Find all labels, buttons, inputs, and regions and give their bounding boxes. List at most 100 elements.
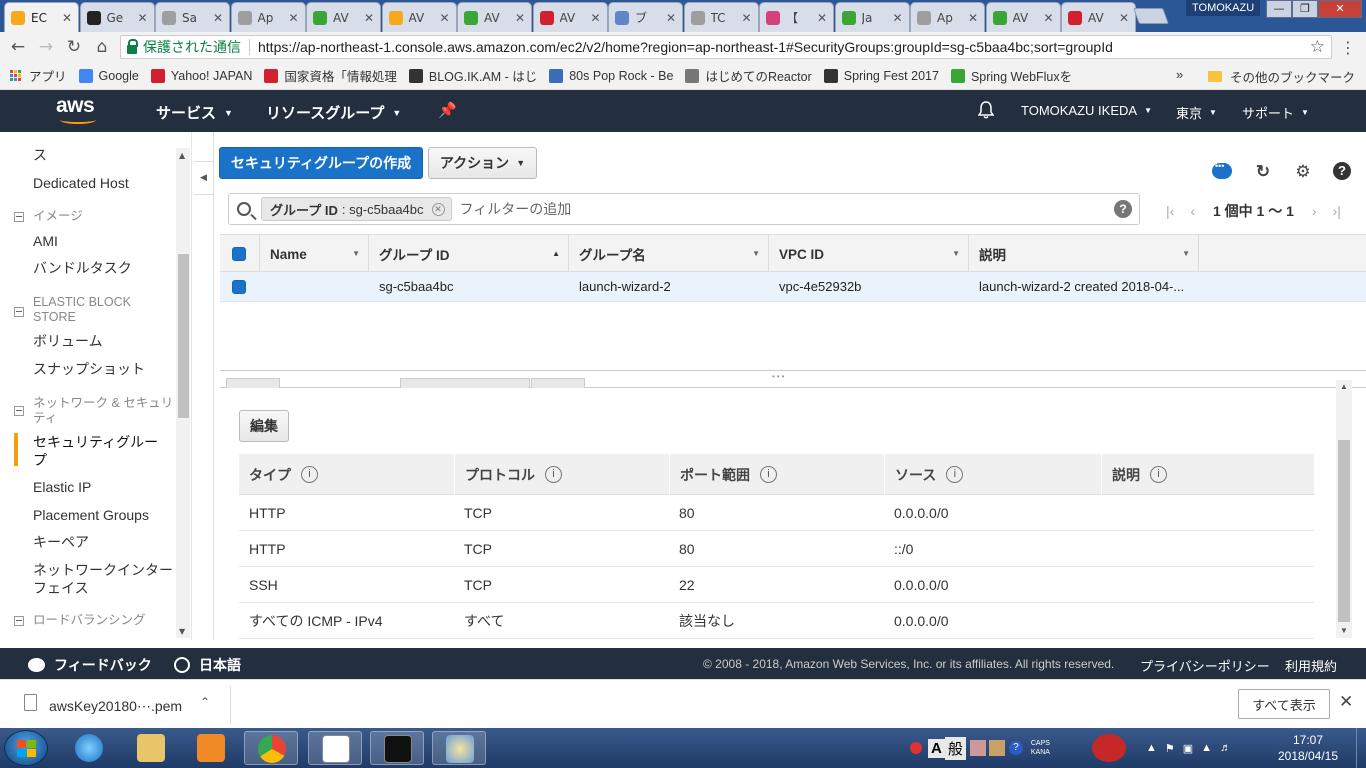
sidebar-item-truncated[interactable]: ス <box>33 146 47 164</box>
tab-close-icon[interactable]: ✕ <box>62 11 72 25</box>
browser-tab[interactable]: Ap ✕ <box>230 2 306 32</box>
chevron-up-icon[interactable]: ⌃ <box>200 695 210 709</box>
sidebar-scrollbar-thumb[interactable] <box>178 254 189 418</box>
bookmark-item[interactable]: BLOG.IK.AM - はじ <box>408 66 537 85</box>
first-page-icon[interactable]: |‹ <box>1166 203 1174 219</box>
bookmark-item[interactable]: Spring WebFluxを <box>950 66 1072 85</box>
signal-icon[interactable]: ▲ <box>1201 742 1212 754</box>
address-bar[interactable]: 保護された通信 https://ap-northeast-1.console.a… <box>120 35 1332 59</box>
reload-icon[interactable]: ↻ <box>60 37 88 57</box>
show-desktop-button[interactable] <box>1356 728 1366 768</box>
sidebar-item-network-interfaces[interactable]: ネットワークインターフェイス <box>33 561 173 597</box>
detail-scrollbar-thumb[interactable] <box>1338 440 1350 622</box>
start-button[interactable] <box>4 730 48 766</box>
last-page-icon[interactable]: ›| <box>1333 203 1341 219</box>
select-all-checkbox[interactable] <box>232 247 246 261</box>
ime-mode[interactable]: A <box>928 738 945 758</box>
volume-icon[interactable]: ♬ <box>1220 742 1231 754</box>
sidebar-item-ami[interactable]: AMI <box>33 232 58 250</box>
taskbar-notepad[interactable] <box>308 731 362 765</box>
tab-close-icon[interactable]: ✕ <box>213 11 223 25</box>
info-icon[interactable]: i <box>545 466 562 483</box>
bookmark-item[interactable]: Google <box>78 68 139 83</box>
browser-tab[interactable]: Sa ✕ <box>155 2 230 32</box>
bookmark-item[interactable]: 国家資格「情報処理 <box>264 66 397 85</box>
ime-help-icon[interactable]: ? <box>1008 741 1023 755</box>
browser-tab[interactable]: EC ✕ <box>4 2 79 32</box>
taskbar-chrome[interactable] <box>244 731 298 765</box>
sidebar-collapse-button[interactable]: ◀ <box>194 161 214 195</box>
tab-close-icon[interactable]: ✕ <box>439 11 449 25</box>
remove-filter-icon[interactable]: ✕ <box>431 202 445 216</box>
bookmark-item[interactable]: Yahoo! JAPAN <box>150 68 252 83</box>
browser-tab[interactable]: AV ✕ <box>457 2 532 32</box>
next-page-icon[interactable]: › <box>1312 203 1317 219</box>
device-icon[interactable]: ▣ <box>1183 742 1193 755</box>
tab-close-icon[interactable]: ✕ <box>666 11 676 25</box>
sidebar-item-placement-groups[interactable]: Placement Groups <box>33 506 149 524</box>
browser-tab[interactable]: AV ✕ <box>985 2 1061 32</box>
tab-close-icon[interactable]: ✕ <box>817 11 827 25</box>
flag-icon[interactable]: ⚑ <box>1165 742 1175 755</box>
refresh-icon[interactable]: ↻ <box>1253 162 1273 182</box>
tab-close-icon[interactable]: ✕ <box>137 11 147 25</box>
ime-tool-icon[interactable] <box>969 740 986 756</box>
home-icon[interactable]: ⌂ <box>88 37 116 57</box>
bookmark-item[interactable]: Spring Fest 2017 <box>823 68 939 83</box>
notification-app-icon[interactable] <box>1092 734 1126 762</box>
secure-indicator[interactable]: 保護された通信 <box>127 37 241 57</box>
edit-rules-button[interactable]: 編集 <box>239 410 289 442</box>
tray-expand-icon[interactable]: ▲ <box>1146 742 1157 754</box>
browser-tab[interactable]: AV ✕ <box>1061 2 1136 32</box>
column-header-name[interactable]: Name ▼ <box>259 235 368 273</box>
sidebar-item-bundle-tasks[interactable]: バンドルタスク <box>33 259 132 277</box>
create-security-group-button[interactable]: セキュリティグループの作成 <box>219 147 423 179</box>
sidebar-item-key-pairs[interactable]: キーペア <box>33 533 89 551</box>
gear-icon[interactable]: ⚙ <box>1293 162 1313 182</box>
terms-of-use-link[interactable]: 利用規約 <box>1285 656 1337 675</box>
column-header-group-name[interactable]: グループ名 ▼ <box>568 235 768 273</box>
restore-button[interactable]: ❐ <box>1292 0 1318 18</box>
sidebar-item-volumes[interactable]: ボリューム <box>33 332 103 350</box>
scroll-down-arrow-icon[interactable]: ▼ <box>1340 626 1348 635</box>
table-row[interactable]: sg-c5baa4bc launch-wizard-2 vpc-4e52932b… <box>220 272 1366 302</box>
pin-icon[interactable]: 📌 <box>438 101 457 119</box>
tab-close-icon[interactable]: ✕ <box>515 11 525 25</box>
browser-tab[interactable]: AV ✕ <box>381 2 457 32</box>
detail-tab[interactable] <box>400 378 530 388</box>
filter-token[interactable]: グループ ID : sg-c5baa4bc ✕ <box>261 197 452 221</box>
taskbar-terminal[interactable] <box>370 731 424 765</box>
tab-close-icon[interactable]: ✕ <box>364 11 374 25</box>
detail-tab[interactable] <box>531 378 585 388</box>
filter-bar[interactable]: グループ ID : sg-c5baa4bc ✕ フィルターの追加 ? <box>228 193 1140 225</box>
browser-tab[interactable]: TC ✕ <box>683 2 759 32</box>
sidebar-section-images[interactable]: イメージ <box>14 209 83 224</box>
resource-groups-menu[interactable]: リソースグループ ▼ <box>266 102 401 123</box>
aws-logo[interactable]: aws <box>56 95 106 126</box>
tab-close-icon[interactable]: ✕ <box>741 11 751 25</box>
sidebar-item-dedicated-host[interactable]: Dedicated Host <box>33 174 129 192</box>
scroll-down-arrow-icon[interactable]: ▼ <box>179 627 185 636</box>
tab-close-icon[interactable]: ✕ <box>892 11 902 25</box>
new-tab-button[interactable] <box>1133 8 1169 24</box>
tab-close-icon[interactable]: ✕ <box>968 11 978 25</box>
ime-label[interactable]: 般 <box>944 736 966 760</box>
detail-tab[interactable] <box>226 378 280 388</box>
tab-close-icon[interactable]: ✕ <box>590 11 600 25</box>
services-menu[interactable]: サービス ▼ <box>156 102 233 123</box>
column-header-group-id[interactable]: グループ ID ▲ <box>368 235 568 273</box>
chat-icon[interactable] <box>1212 161 1232 179</box>
tab-close-icon[interactable]: ✕ <box>288 11 298 25</box>
prev-page-icon[interactable]: ‹ <box>1190 203 1195 219</box>
sidebar-item-security-groups[interactable]: セキュリティグループ <box>33 433 168 469</box>
filter-input[interactable]: フィルターの追加 <box>460 199 572 219</box>
browser-tab[interactable]: 【✕ <box>759 2 834 32</box>
back-arrow-icon[interactable]: ← <box>4 37 32 57</box>
bookmark-star-icon[interactable]: ☆ <box>1310 37 1325 57</box>
browser-menu-icon[interactable]: ⋮ <box>1340 38 1356 57</box>
taskbar-ie[interactable] <box>62 731 116 765</box>
panel-splitter[interactable] <box>220 370 1366 371</box>
close-icon[interactable]: ✕ <box>1339 692 1353 712</box>
feedback-link[interactable]: フィードバック <box>28 655 152 675</box>
ime-dictionary-icon[interactable] <box>988 740 1005 756</box>
